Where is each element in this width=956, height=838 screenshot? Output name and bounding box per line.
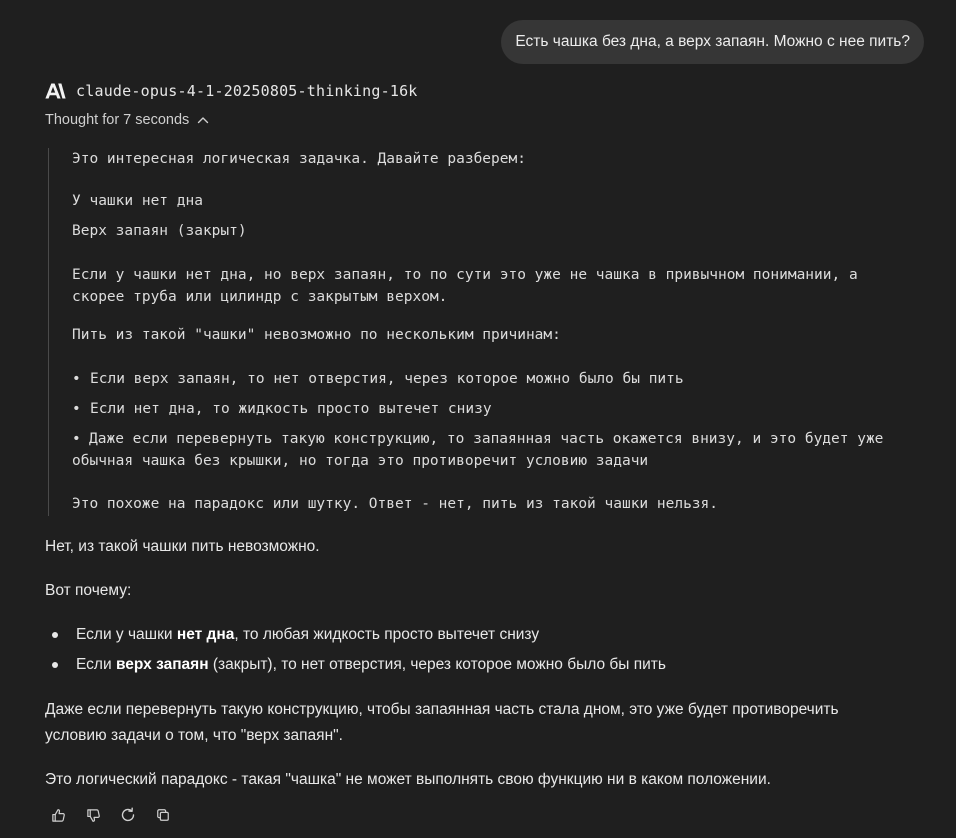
thought-line: Если у чашки нет дна, но верх запаян, то… (72, 267, 858, 283)
chevron-up-icon (197, 112, 209, 128)
copy-button[interactable] (153, 803, 173, 827)
thought-bullet: Если нет дна, то жидкость просто вытечет… (72, 398, 919, 420)
thought-line: скорее труба или цилиндр с закрытым верх… (72, 289, 448, 305)
answer-list-item: Если верх запаян (закрыт), то нет отверс… (76, 656, 666, 673)
bullet-dot (52, 662, 58, 668)
answer-paragraph: Нет, из такой чашки пить невозможно. (45, 538, 320, 555)
thought-toggle-label: Thought for 7 seconds (45, 112, 190, 128)
answer-paragraph: Это логический парадокс - такая "чашка" … (45, 771, 771, 788)
thinking-block: Это интересная логическая задачка. Давай… (48, 148, 919, 516)
model-name: claude-opus-4-1-20250805-thinking-16k (76, 82, 418, 100)
answer-paragraph: Вот почему: (45, 582, 132, 599)
thought-line: Пить из такой "чашки" невозможно по неск… (72, 327, 561, 343)
refresh-icon (120, 807, 136, 823)
message-actions (48, 803, 173, 827)
anthropic-logo-icon (45, 83, 66, 99)
answer-paragraph: условию задачи о том, что "верх запаян". (45, 727, 343, 744)
thumbs-up-button[interactable] (48, 803, 68, 827)
thumbs-down-button[interactable] (83, 803, 103, 827)
answer-list-item: Если у чашки нет дна, то любая жидкость … (76, 626, 540, 643)
thumbs-down-icon (86, 808, 101, 823)
thought-line: обычная чашка без крышки, но тогда это п… (72, 453, 649, 469)
user-message-text: Есть чашка без дна, а верх запаян. Можно… (515, 33, 910, 50)
regenerate-button[interactable] (118, 803, 138, 827)
user-message-bubble: Есть чашка без дна, а верх запаян. Можно… (501, 20, 924, 64)
thought-line: Это интересная логическая задачка. Давай… (72, 151, 526, 167)
thought-line: Верх запаян (закрыт) (72, 223, 247, 239)
thumbs-up-icon (51, 808, 66, 823)
copy-icon (156, 808, 170, 822)
answer-paragraph: Даже если перевернуть такую конструкцию,… (45, 701, 839, 718)
thought-line: У чашки нет дна (72, 193, 203, 209)
thought-toggle[interactable]: Thought for 7 seconds (45, 112, 209, 128)
model-header: claude-opus-4-1-20250805-thinking-16k (45, 82, 418, 100)
bullet-dot (52, 632, 58, 638)
thought-bullet: Даже если перевернуть такую конструкцию,… (72, 428, 919, 450)
thought-line: Это похоже на парадокс или шутку. Ответ … (72, 496, 719, 512)
thought-bullet: Если верх запаян, то нет отверстия, чере… (72, 368, 919, 390)
